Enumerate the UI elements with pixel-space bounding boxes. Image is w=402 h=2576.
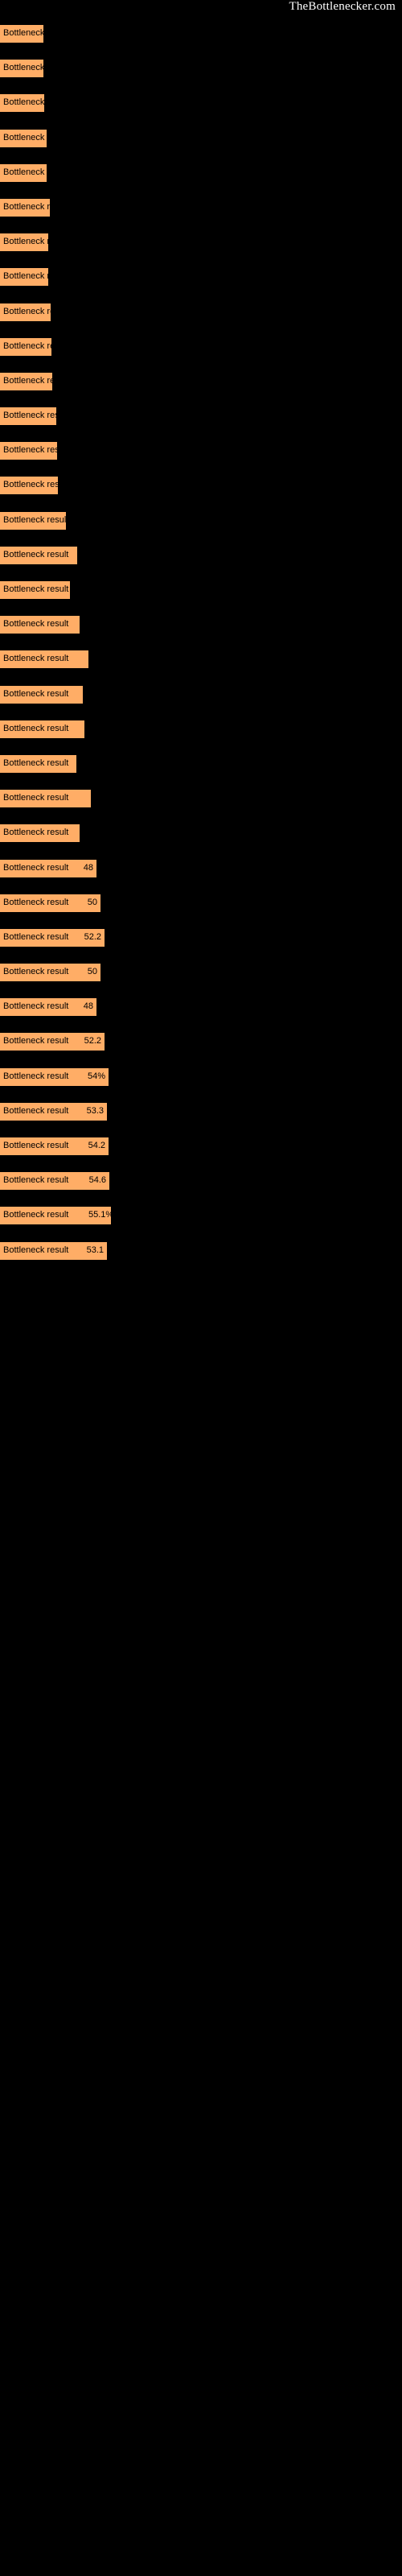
chart-row: Bottleneck result 54% [0,1062,402,1096]
site-watermark: TheBottlenecker.com [289,0,396,13]
bar-label: Bottleneck result [3,967,69,977]
chart-row: Bottleneck result [0,749,402,783]
bar-value: 48 [83,862,93,873]
bar-label: Bottleneck result [3,793,69,803]
bar-label: Bottleneck result [3,1210,69,1220]
chart-row: Bottleneck result [0,679,402,714]
chart-row: Bottleneck result [0,158,402,192]
bar-label: Bottleneck result [3,654,69,664]
bar-label: Bottleneck result [3,1141,69,1150]
bar-label: Bottleneck result [3,28,69,38]
chart-row: Bottleneck result [0,88,402,122]
bar-label: Bottleneck result [3,862,69,873]
bar-label: Bottleneck result [3,306,69,316]
bar-label: Bottleneck result [3,1245,69,1255]
bar-value: 53.3 [86,1105,104,1116]
bar-value: 54.2 [88,1141,105,1150]
bar-label: Bottleneck result [3,758,69,768]
chart-row: Bottleneck result [0,192,402,227]
bar-value: 52.2 [84,1036,101,1046]
chart-row: Bottleneck result [0,19,402,53]
bar-label: Bottleneck result [3,445,69,456]
chart-row: Bottleneck result 50 [0,888,402,923]
bar-label: Bottleneck result [3,480,69,490]
chart-row: Bottleneck result 48 [0,853,402,888]
bar-label: Bottleneck result [3,619,69,630]
bar-label: Bottleneck result [3,584,69,594]
chart-row: Bottleneck result [0,332,402,366]
chart-row: Bottleneck result 54.2 [0,1131,402,1166]
chart-row: Bottleneck result 53.1 [0,1236,402,1270]
bar-label: Bottleneck result [3,514,69,525]
bar-label: Bottleneck result [3,97,69,108]
bar-value: 50 [87,967,97,977]
chart-row: Bottleneck result [0,506,402,540]
chart-row: Bottleneck result [0,401,402,436]
chart-row: Bottleneck result 50 [0,957,402,992]
bar-label: Bottleneck result [3,828,69,838]
bar-label: Bottleneck result [3,1175,69,1186]
bar-label: Bottleneck result [3,63,69,73]
bar-label: Bottleneck result [3,1105,69,1116]
chart-row: Bottleneck result [0,575,402,609]
chart-row: Bottleneck result 54.6 [0,1166,402,1200]
chart-row: Bottleneck result 52.2 [0,1026,402,1061]
chart-row: Bottleneck result [0,609,402,644]
bar-label: Bottleneck result [3,549,69,559]
chart-row: Bottleneck result [0,540,402,575]
chart-row: Bottleneck result 48 [0,992,402,1026]
bar-value: 53.1 [86,1245,104,1255]
bar-label: Bottleneck result [3,375,69,386]
chart-row: Bottleneck result 52.2 [0,923,402,957]
chart-row: Bottleneck result [0,714,402,749]
bar-value: 52.2 [84,931,101,942]
chart-row: Bottleneck result [0,470,402,505]
bar-label: Bottleneck result [3,1071,69,1081]
chart-row: Bottleneck result 53.3 [0,1096,402,1131]
bar-label: Bottleneck result [3,132,69,142]
bar-label: Bottleneck result [3,201,69,212]
chart-row: Bottleneck result [0,297,402,332]
bar-value: 54.6 [88,1175,106,1186]
bar-value: 54% [87,1071,105,1081]
bottleneck-bar-chart: Bottleneck result Bottleneck result Bottle… [0,19,402,1270]
chart-row: Bottleneck result [0,436,402,470]
chart-row: Bottleneck result [0,783,402,818]
bar-label: Bottleneck result [3,341,69,351]
bar-label: Bottleneck result [3,1036,69,1046]
chart-row: Bottleneck result [0,366,402,401]
chart-row: Bottleneck result [0,53,402,88]
bar-value: 48 [83,1001,93,1012]
chart-row: Bottleneck result [0,818,402,852]
bar-label: Bottleneck result [3,271,69,282]
bar-label: Bottleneck result [3,897,69,907]
bar-label: Bottleneck result [3,688,69,699]
bar-value: 55.1% [88,1210,114,1220]
bar-label: Bottleneck result [3,1001,69,1012]
chart-row: Bottleneck result 55.1% [0,1200,402,1235]
chart-row: Bottleneck result [0,262,402,296]
bar-label: Bottleneck result [3,411,69,421]
chart-row: Bottleneck result [0,644,402,679]
chart-row: Bottleneck result [0,123,402,158]
bar-value: 50 [87,897,97,907]
chart-row: Bottleneck result [0,227,402,262]
bar-label: Bottleneck result [3,723,69,733]
bar-label: Bottleneck result [3,167,69,177]
bar-label: Bottleneck result [3,931,69,942]
bar-label: Bottleneck result [3,237,69,247]
